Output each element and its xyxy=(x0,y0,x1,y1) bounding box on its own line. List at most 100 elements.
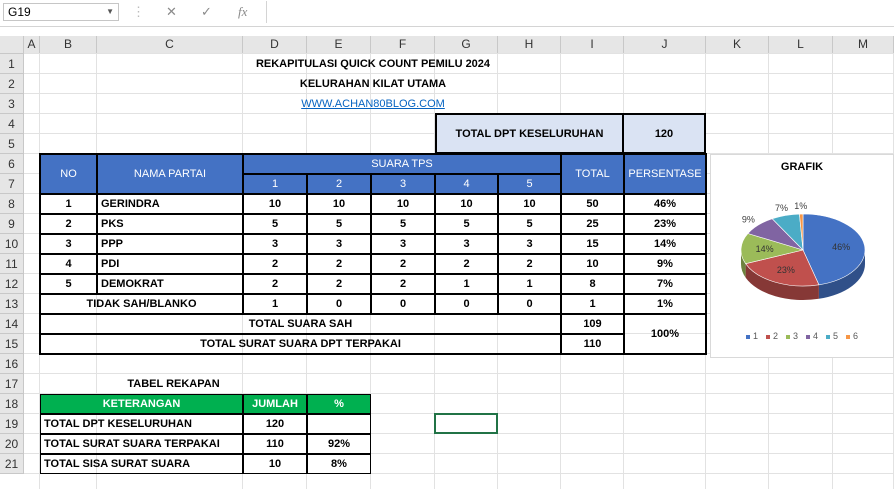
tps-header-1: 1 xyxy=(243,174,307,194)
invalid-tps-value-text: 0 xyxy=(463,298,470,310)
row-party: DEMOKRAT xyxy=(97,274,243,294)
tps-header-1-text: 1 xyxy=(271,178,279,190)
row-tps-value-text: 2 xyxy=(526,258,533,270)
row-total: 15 xyxy=(561,234,624,254)
name-box[interactable]: G19 ▼ xyxy=(3,3,119,21)
row-header-10[interactable]: 10 xyxy=(0,234,24,254)
recap-pct: 92% xyxy=(307,434,371,454)
pie-chart[interactable]: GRAFIK 46% 23% 14% 9% 7% 1% 123456 xyxy=(710,154,894,358)
row-header-20[interactable]: 20 xyxy=(0,434,24,454)
column-header-j[interactable]: J xyxy=(624,36,706,54)
column-header-i[interactable]: I xyxy=(561,36,624,54)
row-tps-value: 3 xyxy=(307,234,371,254)
total-used-value: 110 xyxy=(561,334,624,354)
col-party-header: NAMA PARTAI xyxy=(97,154,243,194)
row-pct-text: 46% xyxy=(653,198,677,210)
tps-header-5: 5 xyxy=(498,174,561,194)
col-tps-header-text: SUARA TPS xyxy=(371,158,433,170)
tps-header-4-text: 4 xyxy=(463,178,470,190)
column-header-a[interactable]: A xyxy=(24,36,40,54)
row-header-6[interactable]: 6 xyxy=(0,154,24,174)
column-header-l[interactable]: L xyxy=(769,36,833,54)
row-tps-value: 2 xyxy=(307,274,371,294)
column-header-c[interactable]: C xyxy=(97,36,243,54)
row-header-13[interactable]: 13 xyxy=(0,294,24,314)
tps-header-3: 3 xyxy=(371,174,435,194)
row-header-17[interactable]: 17 xyxy=(0,374,24,394)
row-tps-value: 3 xyxy=(371,234,435,254)
formula-bar: G19 ▼ ⋮ ✕ ✓ fx xyxy=(0,0,894,27)
row-tps-value: 10 xyxy=(243,194,307,214)
row-header-1[interactable]: 1 xyxy=(0,54,24,74)
recap-label-text: TOTAL DPT KESELURUHAN xyxy=(44,418,192,430)
row-tps-value: 5 xyxy=(243,214,307,234)
total-used-label: TOTAL SURAT SUARA DPT TERPAKAI xyxy=(40,334,561,354)
select-all-button[interactable] xyxy=(0,36,24,54)
recap-pct: 8% xyxy=(307,454,371,474)
recap-pct-text: 92% xyxy=(327,438,351,450)
pie-data-label: 46% xyxy=(832,242,850,252)
row-header-18[interactable]: 18 xyxy=(0,394,24,414)
row-party-text: PPP xyxy=(101,238,124,250)
enter-icon[interactable]: ✓ xyxy=(201,4,212,20)
cancel-icon[interactable]: ✕ xyxy=(166,4,177,20)
row-no: 2 xyxy=(40,214,97,234)
row-header-5[interactable]: 5 xyxy=(0,134,24,154)
row-no-text: 2 xyxy=(65,218,72,230)
row-tps-value-text: 5 xyxy=(526,218,533,230)
row-header-14[interactable]: 14 xyxy=(0,314,24,334)
row-tps-value-text: 2 xyxy=(335,258,343,270)
column-header-m[interactable]: M xyxy=(833,36,894,54)
fx-icon[interactable]: fx xyxy=(238,4,247,20)
column-header-f[interactable]: F xyxy=(371,36,435,54)
column-header-b[interactable]: B xyxy=(40,36,97,54)
row-header-7[interactable]: 7 xyxy=(0,174,24,194)
row-header-19[interactable]: 19 xyxy=(0,414,24,434)
row-header-11[interactable]: 11 xyxy=(0,254,24,274)
recap-header-value-text: JUMLAH xyxy=(252,398,298,410)
legend-swatch xyxy=(806,334,810,339)
col-pct-header: PERSENTASE xyxy=(624,154,706,194)
total-pct-value-text: 100% xyxy=(650,328,680,340)
row-header-15[interactable]: 15 xyxy=(0,334,24,354)
row-header-2[interactable]: 2 xyxy=(0,74,24,94)
tps-header-5-text: 5 xyxy=(526,178,533,190)
invalid-tps-value: 0 xyxy=(435,294,498,314)
row-party: PDI xyxy=(97,254,243,274)
row-header-8[interactable]: 8 xyxy=(0,194,24,214)
row-tps-value: 10 xyxy=(435,194,498,214)
row-header-9[interactable]: 9 xyxy=(0,214,24,234)
selected-cell[interactable] xyxy=(434,413,498,434)
invalid-tps-value-text: 1 xyxy=(271,298,279,310)
legend-swatch xyxy=(846,334,851,339)
row-header-21[interactable]: 21 xyxy=(0,454,24,474)
row-no-text: 1 xyxy=(65,198,72,210)
row-header-3[interactable]: 3 xyxy=(0,94,24,114)
column-header-d[interactable]: D xyxy=(243,36,307,54)
row-header-4[interactable]: 4 xyxy=(0,114,24,134)
column-header-h[interactable]: H xyxy=(498,36,561,54)
pie-data-label: 23% xyxy=(777,265,795,275)
row-tps-value: 3 xyxy=(243,234,307,254)
row-total: 50 xyxy=(561,194,624,214)
row-total-text: 10 xyxy=(586,258,599,270)
row-tps-value-text: 10 xyxy=(396,198,410,210)
row-tps-value: 10 xyxy=(307,194,371,214)
column-header-g[interactable]: G xyxy=(435,36,498,54)
row-tps-value-text: 5 xyxy=(463,218,470,230)
pie-data-label: 14% xyxy=(756,244,774,254)
row-header-16[interactable]: 16 xyxy=(0,354,24,374)
row-tps-value-text: 3 xyxy=(335,238,343,250)
column-header-e[interactable]: E xyxy=(307,36,371,54)
column-header-k[interactable]: K xyxy=(706,36,769,54)
row-tps-value-text: 2 xyxy=(399,258,407,270)
legend-label: 1 xyxy=(752,331,758,341)
formula-input[interactable] xyxy=(266,1,894,23)
row-no-text: 3 xyxy=(65,238,72,250)
row-header-12[interactable]: 12 xyxy=(0,274,24,294)
chevron-down-icon[interactable]: ▼ xyxy=(106,4,114,20)
col-no-header: NO xyxy=(40,154,97,194)
website-link[interactable]: WWW.ACHAN80BLOG.COM xyxy=(40,94,706,114)
report-subtitle: KELURAHAN KILAT UTAMA xyxy=(40,74,706,94)
invalid-total-text: 1 xyxy=(589,298,596,310)
